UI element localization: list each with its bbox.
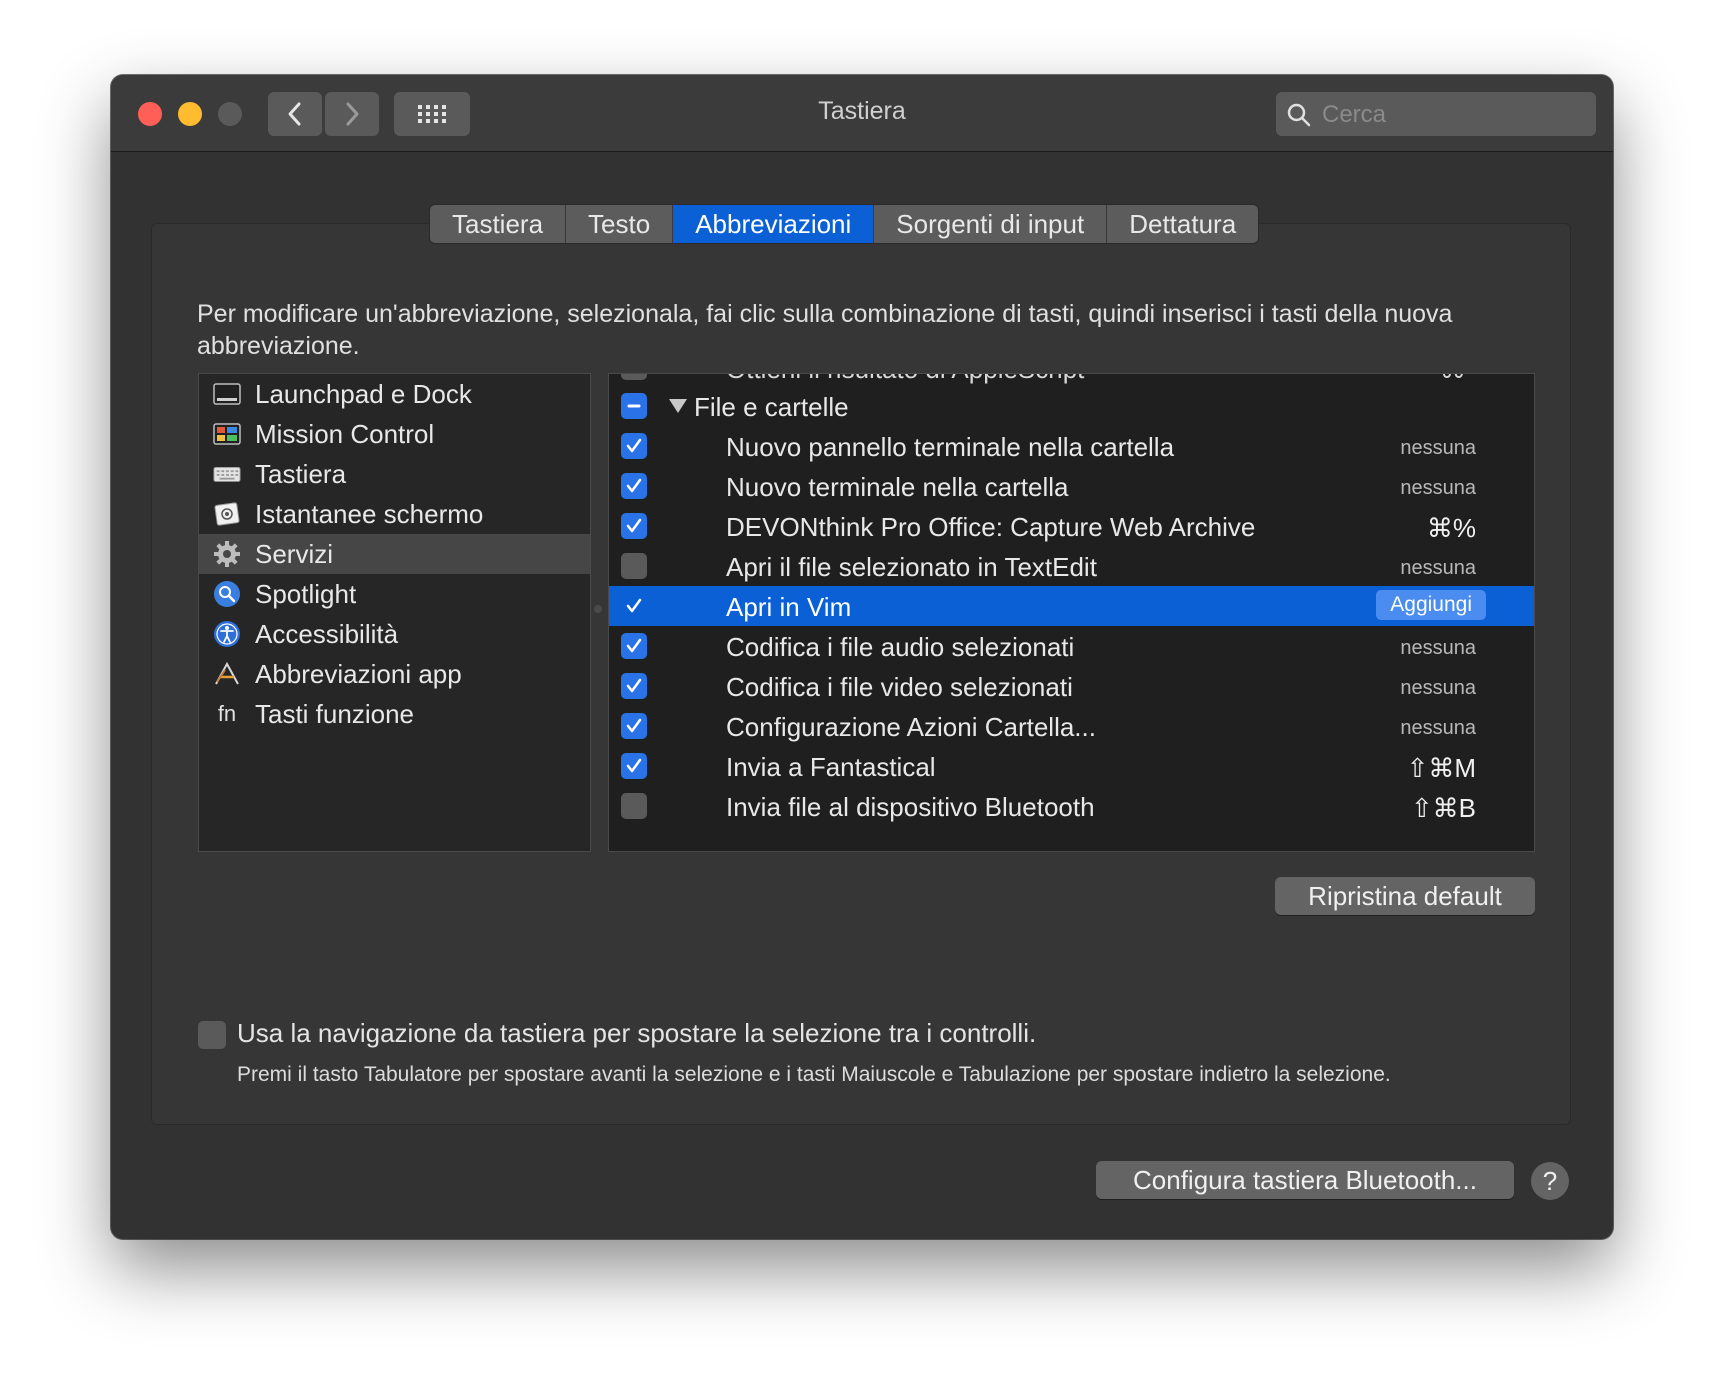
checkmark-icon xyxy=(626,758,642,773)
list-item[interactable]: Nuovo terminale nella cartella nessuna xyxy=(609,466,1534,506)
keyboard-navigation-checkbox[interactable] xyxy=(198,1021,226,1049)
category-label: Istantanee schermo xyxy=(255,498,484,529)
category-item-tasti-funzione[interactable]: fn Tasti funzione xyxy=(199,694,590,734)
category-item-launchpad-dock[interactable]: Launchpad e Dock xyxy=(199,374,590,414)
checkmark-icon xyxy=(626,598,642,613)
category-item-accessibilita[interactable]: Accessibilità xyxy=(199,614,590,654)
checkmark-icon xyxy=(626,478,642,493)
fn-key-icon: fn xyxy=(217,701,237,726)
checkmark-icon xyxy=(626,438,642,453)
tab-abbreviazioni[interactable]: Abbreviazioni xyxy=(673,205,875,243)
checkmark-icon xyxy=(626,638,642,653)
help-button[interactable]: ? xyxy=(1531,1162,1569,1200)
tab-dettatura[interactable]: Dettatura xyxy=(1107,205,1259,243)
category-label: Tasti funzione xyxy=(255,698,414,729)
mission-control-icon xyxy=(213,420,241,448)
split-view-handle[interactable] xyxy=(594,605,602,613)
list-item[interactable]: Codifica i file video selezionati nessun… xyxy=(609,666,1534,706)
instructions-text: Per modificare un'abbreviazione, selezio… xyxy=(197,300,1453,360)
gear-icon xyxy=(213,540,241,568)
checkbox[interactable] xyxy=(621,713,647,739)
category-label: Accessibilità xyxy=(255,618,399,649)
preferences-window: Tastiera Tastiera Testo Abbreviazioni So… xyxy=(111,75,1613,1239)
tab-sorgenti-di-input[interactable]: Sorgenti di input xyxy=(874,205,1108,243)
checkmark-icon xyxy=(626,718,642,733)
category-label: Abbreviazioni app xyxy=(255,658,462,689)
category-item-servizi[interactable]: Servizi xyxy=(199,534,590,574)
keyboard-icon xyxy=(213,460,241,488)
screenshot-icon xyxy=(213,500,241,528)
checkbox[interactable] xyxy=(621,374,647,380)
configure-bluetooth-keyboard-button[interactable]: Configura tastiera Bluetooth... xyxy=(1096,1161,1514,1199)
list-item[interactable]: Invia file al dispositivo Bluetooth ⇧⌘B xyxy=(609,786,1534,826)
category-label: Tastiera xyxy=(255,458,347,489)
list-item[interactable]: Apri il file selezionato in TextEdit nes… xyxy=(609,546,1534,586)
category-label: Launchpad e Dock xyxy=(255,378,472,409)
spotlight-icon xyxy=(213,580,241,608)
category-item-mission-control[interactable]: Mission Control xyxy=(199,414,590,454)
disclosure-triangle-icon[interactable] xyxy=(669,399,687,413)
list-item-partial[interactable]: Ottieni il risultato di AppleScript ⌘* xyxy=(609,374,1534,386)
app-shortcuts-icon xyxy=(213,660,241,688)
checkbox[interactable] xyxy=(621,473,647,499)
category-item-tastiera[interactable]: Tastiera xyxy=(199,454,590,494)
shortcuts-list[interactable]: Ottieni il risultato di AppleScript ⌘* F… xyxy=(608,373,1535,852)
checkbox[interactable] xyxy=(621,593,647,619)
search-field[interactable] xyxy=(1276,92,1596,136)
list-item-selected[interactable]: Apri in Vim Aggiungi xyxy=(609,586,1534,626)
keyboard-navigation-hint: Premi il tasto Tabulatore per spostare a… xyxy=(237,1063,1391,1086)
checkbox[interactable] xyxy=(621,673,647,699)
launchpad-dock-icon xyxy=(213,380,241,408)
category-item-istantanee-schermo[interactable]: Istantanee schermo xyxy=(199,494,590,534)
checkmark-icon xyxy=(626,518,642,533)
category-label: Servizi xyxy=(255,538,334,569)
list-item[interactable]: Nuovo pannello terminale nella cartella … xyxy=(609,426,1534,466)
tab-tastiera[interactable]: Tastiera xyxy=(430,205,567,243)
checkbox[interactable] xyxy=(621,753,647,779)
accessibility-icon xyxy=(213,620,241,648)
checkbox[interactable] xyxy=(621,793,647,819)
category-list[interactable]: Launchpad e Dock Mission Control Tastier… xyxy=(198,373,591,852)
list-item[interactable]: Configurazione Azioni Cartella... nessun… xyxy=(609,706,1534,746)
tab-testo[interactable]: Testo xyxy=(566,205,674,243)
search-icon xyxy=(1287,103,1311,127)
list-item[interactable]: Invia a Fantastical ⇧⌘M xyxy=(609,746,1534,786)
keyboard-navigation-label: Usa la navigazione da tastiera per spost… xyxy=(237,1018,1037,1048)
category-item-abbreviazioni-app[interactable]: Abbreviazioni app xyxy=(199,654,590,694)
checkbox[interactable] xyxy=(621,513,647,539)
checkbox[interactable] xyxy=(621,633,647,659)
list-item[interactable]: DEVONthink Pro Office: Capture Web Archi… xyxy=(609,506,1534,546)
mixed-checkbox[interactable] xyxy=(621,393,647,419)
title-bar: Tastiera xyxy=(111,75,1613,152)
checkbox[interactable] xyxy=(621,553,647,579)
minus-icon xyxy=(627,404,641,408)
tab-bar: Tastiera Testo Abbreviazioni Sorgenti di… xyxy=(429,204,1260,244)
category-label: Mission Control xyxy=(255,418,435,449)
search-input[interactable] xyxy=(1320,98,1584,132)
restore-defaults-button[interactable]: Ripristina default xyxy=(1275,877,1535,915)
add-shortcut-button[interactable]: Aggiungi xyxy=(1376,590,1486,620)
group-row-file-e-cartelle[interactable]: File e cartelle xyxy=(609,386,1534,426)
checkmark-icon xyxy=(626,678,642,693)
checkbox[interactable] xyxy=(621,433,647,459)
category-item-spotlight[interactable]: Spotlight xyxy=(199,574,590,614)
category-label: Spotlight xyxy=(255,578,357,609)
list-item[interactable]: Codifica i file audio selezionati nessun… xyxy=(609,626,1534,666)
